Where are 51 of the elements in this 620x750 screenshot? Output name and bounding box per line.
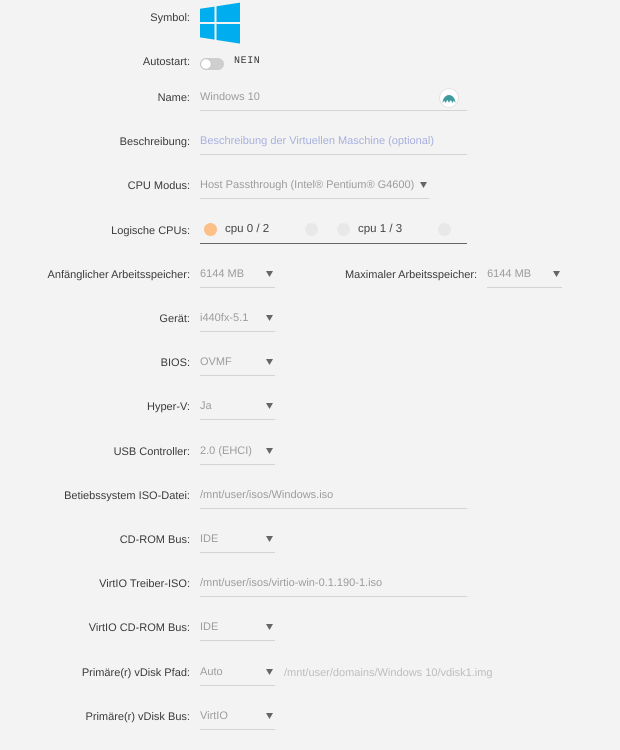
caret-icon [266,359,273,366]
field-label: USB Controller: [114,444,190,460]
cpu-checkbox[interactable] [204,222,217,236]
field-label: VirtIO Treiber-ISO: [99,577,190,592]
autostart-toggle[interactable] [200,58,224,70]
text-input[interactable]: Beschreibung der Virtuellen Maschine (optional) [200,129,467,156]
toggle-state-label: NEIN [234,55,260,69]
dropdown[interactable]: i440fx-5.1 [200,306,275,332]
caret-icon [266,448,273,454]
dropdown[interactable]: IDE [200,526,275,553]
dropdown[interactable]: VirtIO [200,704,275,730]
windows-logo-icon[interactable] [200,2,240,44]
field-label: Logische CPUs: [111,224,190,239]
caret-icon [420,182,428,188]
field-label: Beschreibung: [120,135,190,150]
field-label: CPU Modus: [128,179,190,194]
dropdown[interactable]: Ja [200,394,275,420]
dropdown[interactable]: 6144 MB [487,262,562,288]
field-label: Autostart: [142,55,190,70]
cpu-label: cpu 1 / 3 [358,222,402,238]
dropdown[interactable]: 2.0 (EHCI) [200,438,275,465]
dropdown[interactable]: IDE [200,615,275,642]
field-label: Primäre(r) vDisk Pfad: [82,666,190,681]
dropdown[interactable]: Auto [200,660,275,686]
caret-icon [266,624,273,630]
field-label: Maximaler Arbeitsspeicher: [345,268,478,283]
field-label: Gerät: [159,312,190,328]
text-input[interactable]: /mnt/user/isos/Windows.iso [200,482,467,509]
field-label: Name: [158,91,190,106]
field-label: VirtIO CD-ROM Bus: [88,621,190,636]
caret-icon [266,315,273,322]
field-label: Primäre(r) vDisk Bus: [85,710,190,725]
caret-icon [266,270,273,277]
dropdown[interactable]: Host Passthrough (Intel® Pentium® G4600) [200,173,430,200]
field-label: Hyper-V: [147,400,190,416]
caret-icon [266,536,273,542]
text-input[interactable]: Windows 10 [200,85,467,112]
text-input[interactable]: /mnt/user/isos/virtio-win-0.1.190-1.iso [200,571,467,598]
caret-icon [553,270,560,277]
caret-icon [266,668,273,675]
cpu-label: cpu 0 / 2 [225,222,270,238]
field-label: Betiebssystem ISO-Datei: [64,488,190,504]
caret-icon [266,712,273,719]
field-label: Symbol: [150,11,190,26]
caret-icon [266,403,273,410]
dropdown[interactable]: 6144 MB [200,262,275,288]
dome-icon[interactable] [439,88,459,108]
field-label: BIOS: [160,356,190,372]
dropdown[interactable]: OVMF [200,350,275,376]
field-label: CD-ROM Bus: [120,532,190,548]
field-label: Anfänglicher Arbeitsspeicher: [48,268,190,283]
